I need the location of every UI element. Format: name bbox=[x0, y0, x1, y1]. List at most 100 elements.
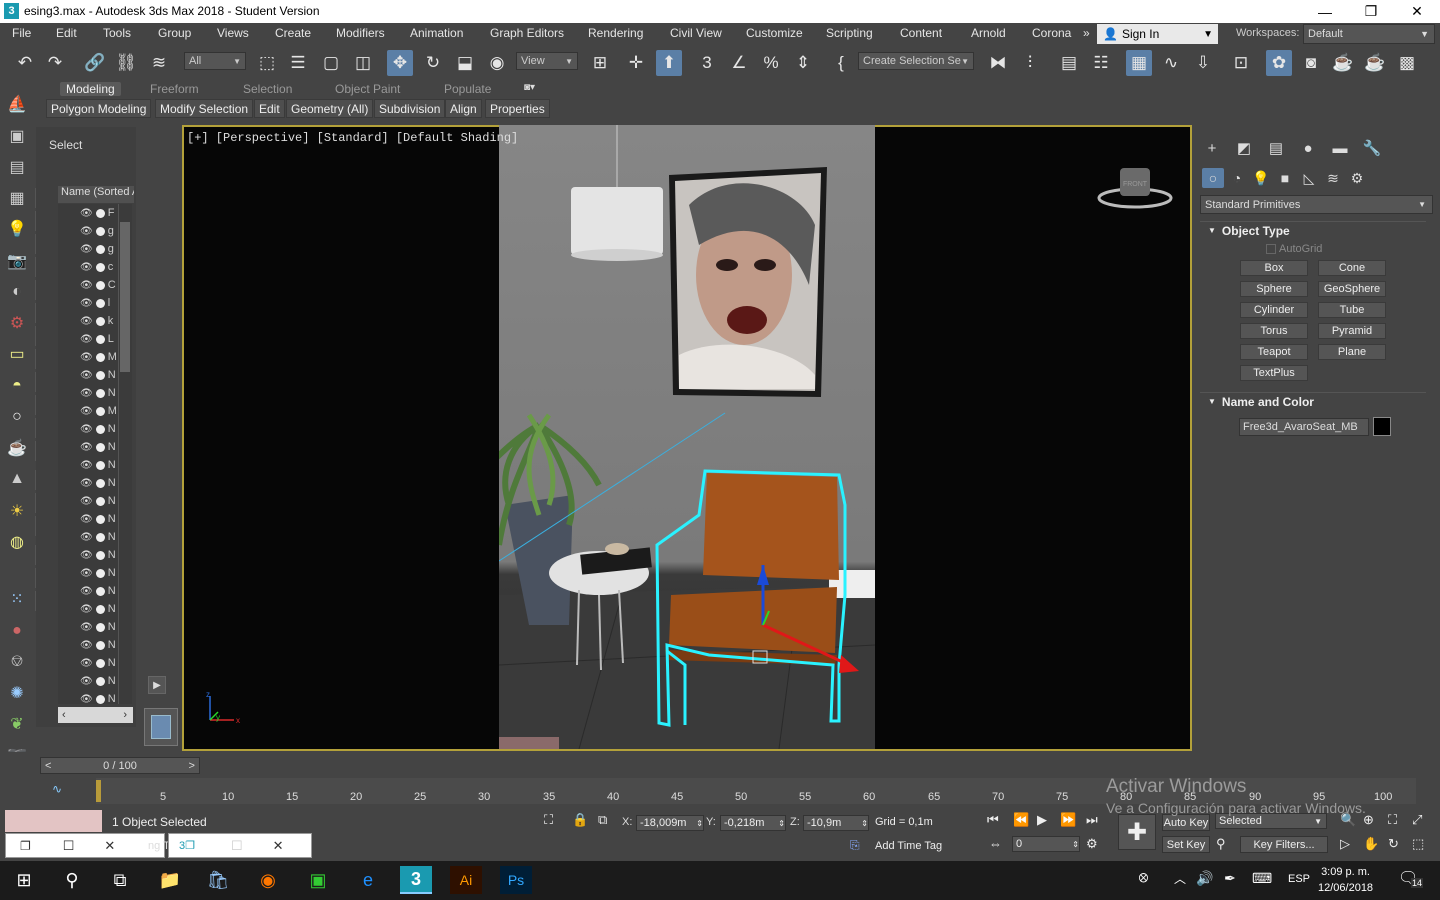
time-configuration-icon[interactable]: ⚙ bbox=[1086, 836, 1098, 852]
link-icon[interactable]: 🔗 bbox=[82, 50, 108, 76]
freeze-dot-icon[interactable] bbox=[95, 208, 105, 218]
selection-lock-icon[interactable]: 🔒 bbox=[572, 812, 588, 828]
spinner-icon[interactable]: ⇕ bbox=[861, 819, 868, 828]
scroll-right-icon[interactable]: › bbox=[123, 709, 127, 721]
rectangle-selection-icon[interactable]: ▢ bbox=[318, 50, 344, 76]
scene-object-row[interactable]: 👁 C bbox=[58, 276, 118, 294]
dope-sheet-icon[interactable]: ⇩ bbox=[1190, 50, 1216, 76]
scroll-left-icon[interactable]: ‹ bbox=[62, 709, 66, 721]
visibility-eye-icon[interactable]: 👁 bbox=[80, 676, 93, 687]
freeze-dot-icon[interactable] bbox=[95, 694, 105, 704]
freeze-dot-icon[interactable] bbox=[95, 550, 105, 560]
spinner-icon[interactable]: ⇕ bbox=[778, 819, 785, 828]
visibility-eye-icon[interactable]: 👁 bbox=[80, 244, 93, 255]
menu-rendering[interactable]: Rendering bbox=[588, 26, 643, 40]
ribbon-modify-selection[interactable]: Modify Selection bbox=[155, 99, 254, 118]
scene-object-row[interactable]: 👁 N bbox=[58, 582, 118, 600]
freeze-dot-icon[interactable] bbox=[95, 226, 105, 236]
maximize-button[interactable]: ❐ bbox=[1348, 0, 1394, 23]
unlink-icon[interactable]: ⛓ bbox=[113, 50, 139, 76]
language-indicator[interactable]: ESP bbox=[1288, 873, 1310, 885]
firefox-icon[interactable]: ◉ bbox=[252, 866, 284, 894]
field-of-view-icon[interactable]: ▷ bbox=[1340, 836, 1350, 852]
scene-object-row[interactable]: 👁 N bbox=[58, 528, 118, 546]
systems-category-icon[interactable]: ⚙ bbox=[1346, 168, 1368, 188]
visibility-eye-icon[interactable]: 👁 bbox=[80, 496, 93, 507]
3dsmax-taskbar-icon[interactable]: 3 bbox=[400, 866, 432, 894]
visibility-eye-icon[interactable]: 👁 bbox=[80, 388, 93, 399]
visibility-eye-icon[interactable]: 👁 bbox=[80, 424, 93, 435]
ribbon-tab-selection[interactable]: Selection bbox=[243, 82, 292, 96]
freeze-dot-icon[interactable] bbox=[95, 640, 105, 650]
undo-icon[interactable]: ↶ bbox=[12, 50, 38, 76]
set-key-big-icon[interactable]: ✚ bbox=[1118, 814, 1156, 850]
torus-icon[interactable]: ◍ bbox=[4, 529, 30, 555]
teapot-button[interactable]: Teapot bbox=[1240, 344, 1308, 360]
goto-start-icon[interactable]: ⏮ bbox=[987, 812, 999, 828]
cone-button[interactable]: Cone bbox=[1318, 260, 1386, 276]
current-frame-field[interactable]: 0 ⇕ bbox=[1012, 836, 1080, 852]
compound-icon[interactable]: ⎊ bbox=[4, 649, 30, 675]
geosphere-button[interactable]: GeoSphere bbox=[1318, 281, 1386, 297]
visibility-eye-icon[interactable]: 👁 bbox=[80, 532, 93, 543]
freeze-dot-icon[interactable] bbox=[95, 406, 105, 416]
visibility-eye-icon[interactable]: 👁 bbox=[80, 586, 93, 597]
prev-frame-icon[interactable]: < bbox=[45, 760, 51, 772]
select-scale-icon[interactable]: ⬓ bbox=[452, 50, 478, 76]
menu-graph-editors[interactable]: Graph Editors bbox=[490, 26, 564, 40]
windows-start-icon[interactable]: ⊞ bbox=[8, 866, 40, 894]
helper-icon[interactable]: ◐ bbox=[4, 279, 30, 305]
time-slider[interactable]: < 0 / 100 > bbox=[40, 757, 200, 774]
visibility-eye-icon[interactable]: 👁 bbox=[80, 478, 93, 489]
visibility-eye-icon[interactable]: 👁 bbox=[80, 370, 93, 381]
tray-chevron-icon[interactable]: ︿ bbox=[1174, 870, 1186, 887]
freeze-dot-icon[interactable] bbox=[95, 424, 105, 434]
clock[interactable]: 3:09 p. m. 12/06/2018 bbox=[1318, 864, 1373, 896]
visibility-eye-icon[interactable]: 👁 bbox=[80, 442, 93, 453]
pan-view-icon[interactable]: ✋ bbox=[1363, 836, 1379, 852]
modify-icon[interactable]: ▣ bbox=[4, 123, 30, 149]
curve-editor-icon[interactable]: ∿ bbox=[1158, 50, 1184, 76]
select-object-icon[interactable]: ⬚ bbox=[254, 50, 280, 76]
visibility-eye-icon[interactable]: 👁 bbox=[80, 262, 93, 273]
cameras-category-icon[interactable]: ■ bbox=[1274, 168, 1296, 188]
plane-primitive-icon[interactable]: ▭ bbox=[4, 341, 30, 367]
scene-object-row[interactable]: 👁 N bbox=[58, 654, 118, 672]
menu-group[interactable]: Group bbox=[158, 26, 191, 40]
orbit-icon[interactable]: ↻ bbox=[1388, 836, 1399, 852]
freeze-dot-icon[interactable] bbox=[95, 244, 105, 254]
cone-icon[interactable]: ▲ bbox=[4, 466, 30, 492]
helpers-category-icon[interactable]: ◺ bbox=[1298, 168, 1320, 188]
menu-more[interactable]: » bbox=[1083, 26, 1090, 40]
visibility-eye-icon[interactable]: 👁 bbox=[80, 280, 93, 291]
named-selection-dropdown[interactable]: Create Selection Se ▼ bbox=[858, 52, 974, 70]
menu-create[interactable]: Create bbox=[275, 26, 311, 40]
edge-icon[interactable]: e bbox=[352, 866, 384, 894]
render-in-cloud-icon[interactable]: ▩ bbox=[1394, 50, 1420, 76]
visibility-eye-icon[interactable]: 👁 bbox=[80, 352, 93, 363]
object-color-swatch[interactable] bbox=[1373, 417, 1391, 436]
task-view-icon[interactable]: ⧉ bbox=[104, 866, 136, 894]
ribbon-tab-object-paint[interactable]: Object Paint bbox=[335, 82, 400, 96]
snaps-toggle-icon[interactable]: 3 bbox=[694, 50, 720, 76]
illustrator-icon[interactable]: Ai bbox=[450, 866, 482, 894]
visibility-eye-icon[interactable]: 👁 bbox=[80, 622, 93, 633]
create-panel-icon[interactable]: + bbox=[1200, 138, 1224, 158]
object-name-field[interactable]: Free3d_AvaroSeat_MB bbox=[1239, 418, 1369, 436]
visibility-eye-icon[interactable]: 👁 bbox=[80, 334, 93, 345]
scene-list-scroll-thumb[interactable] bbox=[120, 222, 130, 372]
freeze-dot-icon[interactable] bbox=[95, 370, 105, 380]
pen-icon[interactable]: ✒ bbox=[1224, 870, 1236, 887]
zoom-extents-icon[interactable]: ⛶ bbox=[1388, 812, 1397, 828]
utilities-panel-icon[interactable]: 🔧 bbox=[1360, 138, 1384, 158]
x-coordinate-field[interactable]: -18,009m ⇕ bbox=[636, 815, 704, 831]
pyramid-button[interactable]: Pyramid bbox=[1318, 323, 1386, 339]
select-rotate-icon[interactable]: ↻ bbox=[420, 50, 446, 76]
rendered-frame-icon[interactable]: ☕ bbox=[1330, 50, 1356, 76]
schematic-view-icon[interactable]: ⊡ bbox=[1228, 50, 1254, 76]
scene-object-row[interactable]: 👁 N bbox=[58, 492, 118, 510]
layer-explorer-icon[interactable]: ▤ bbox=[1056, 50, 1082, 76]
foliage-icon[interactable]: ❦ bbox=[4, 711, 30, 737]
window-crossing-icon[interactable]: ◫ bbox=[350, 50, 376, 76]
z-coordinate-field[interactable]: -10,9m ⇕ bbox=[803, 815, 869, 831]
